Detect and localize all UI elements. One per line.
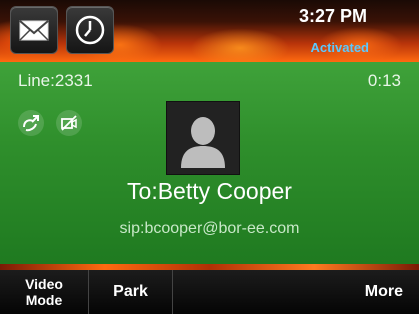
sip-address: sip:bcooper@bor-ee.com [119,220,300,237]
transfer-indicator [18,110,44,136]
park-softkey[interactable]: Park [89,270,173,314]
clock-icon [75,15,105,45]
video-mode-label-line2: Mode [25,292,63,308]
softkey-bar: Video Mode Park More [0,270,419,314]
mail-icon [19,20,49,41]
video-mode-label-line1: Video [25,276,63,292]
active-call-panel: Line:2331 0:13 To:Betty Cooper sip:bcoop… [0,62,419,264]
video-disabled-icon [61,115,77,131]
phone-screen: 3:27 PM Activated Line:2331 0:13 To:Bett… [0,0,419,314]
contact-avatar [166,101,240,175]
registration-status: Activated [310,40,369,55]
video-mode-softkey[interactable]: Video Mode [0,270,89,314]
call-duration: 0:13 [367,71,401,90]
line-label: Line:2331 [18,71,93,90]
clock-time: 3:27 PM [298,6,367,26]
messages-button[interactable] [10,6,58,54]
recent-calls-button[interactable] [66,6,114,54]
more-softkey[interactable]: More [173,270,419,314]
transfer-icon [23,115,39,132]
callee-name: To:Betty Cooper [127,178,292,204]
video-disabled-indicator [56,110,82,136]
status-bar: 3:27 PM Activated [0,0,419,62]
contact-avatar-icon [181,117,225,168]
